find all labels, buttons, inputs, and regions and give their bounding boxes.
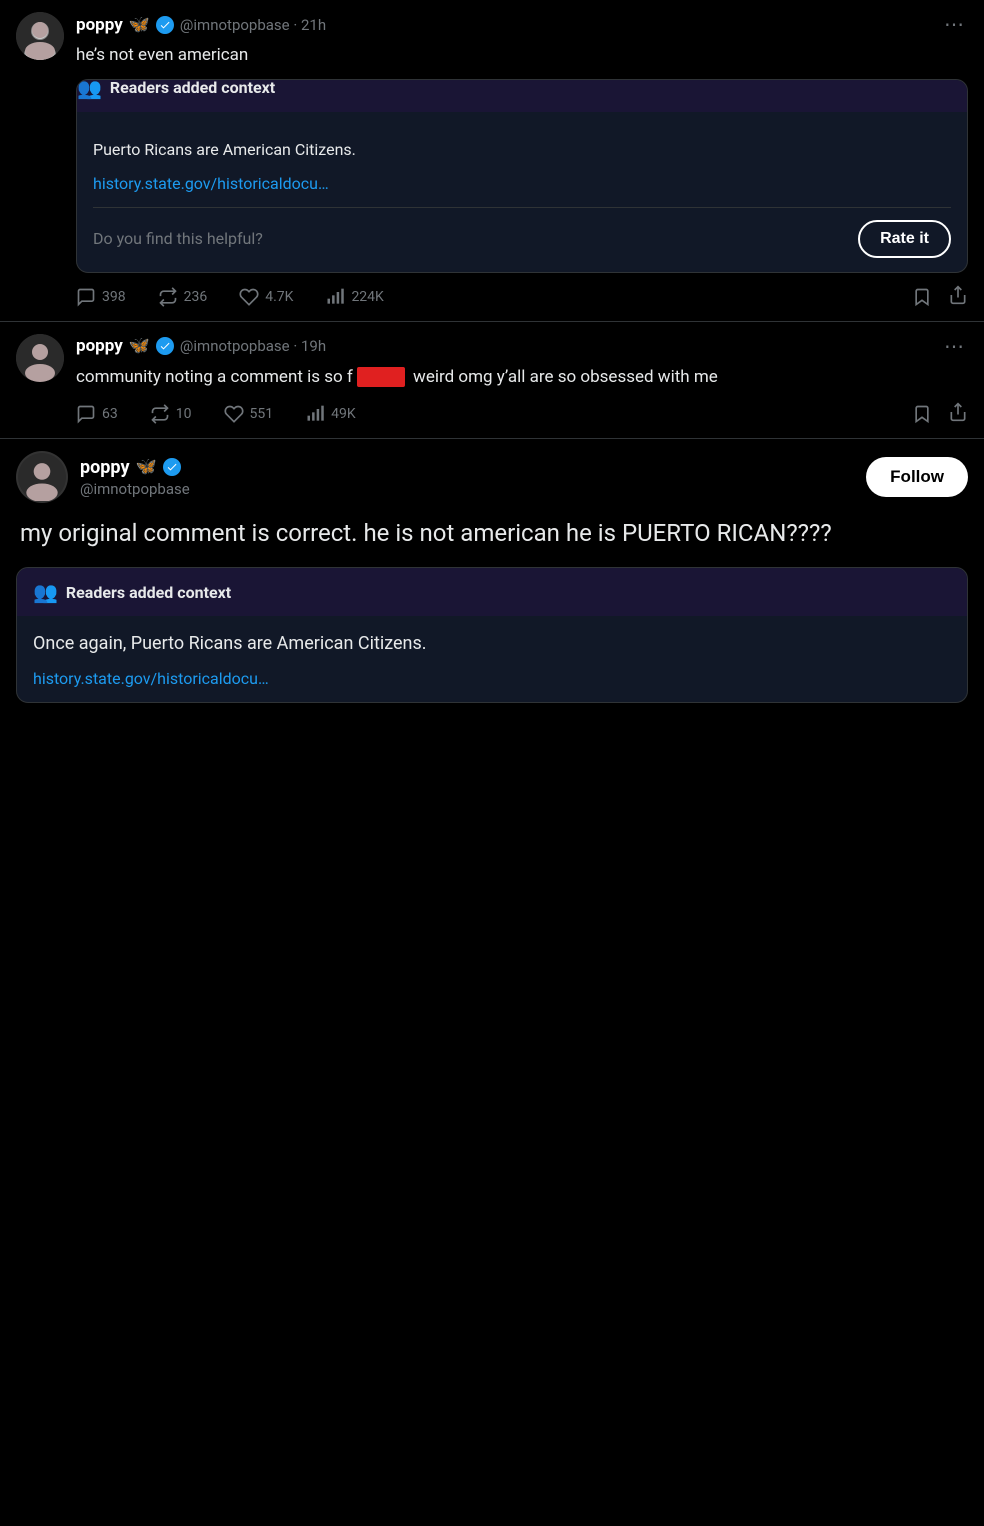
- note-1-title: Readers added context: [110, 79, 275, 98]
- tweet-3-handle: @imnotpopbase: [80, 480, 854, 498]
- tweet-2: poppy 🦋 @imnotpopbase · 19h ⋯ community …: [0, 322, 984, 440]
- tweet-1-meta: poppy 🦋 @imnotpopbase · 21h ⋯: [76, 12, 968, 37]
- tweet-2-header: poppy 🦋 @imnotpopbase · 19h ⋯ community …: [16, 334, 968, 427]
- tweet-3-avatar[interactable]: [16, 451, 68, 503]
- tweet-3-community-note: 👥 Readers added context Once again, Puer…: [16, 567, 968, 703]
- tweet-3-username[interactable]: poppy: [80, 457, 130, 478]
- note-1-link[interactable]: history.state.gov/historicaldocu…: [93, 174, 951, 193]
- tweet-1-verified: [156, 16, 174, 34]
- tweet-2-handle-time: @imnotpopbase · 19h: [180, 337, 326, 355]
- tweet-2-main: poppy 🦋 @imnotpopbase · 19h ⋯ community …: [76, 334, 968, 427]
- note-3-link[interactable]: history.state.gov/historicaldocu…: [33, 669, 269, 688]
- follow-button[interactable]: Follow: [866, 457, 968, 497]
- tweet-1-main: poppy 🦋 @imnotpopbase · 21h ⋯ he’s not e…: [76, 12, 968, 309]
- note-1-footer: Do you find this helpful? Rate it: [93, 207, 951, 258]
- tweet-2-username[interactable]: poppy: [76, 336, 123, 356]
- readers-icon-3: 👥: [33, 580, 58, 604]
- tweet-2-views-action[interactable]: 49K: [305, 404, 356, 424]
- note-1-header-bg: 👥 Readers added context: [76, 79, 968, 112]
- tweet-2-like-action[interactable]: 551: [224, 404, 274, 424]
- tweet-3-text: my original comment is correct. he is no…: [16, 515, 968, 551]
- tweet-2-more-button[interactable]: ⋯: [940, 334, 968, 359]
- note-1-helpful-text: Do you find this helpful?: [93, 229, 263, 248]
- note-1-body: Puerto Ricans are American Citizens.: [93, 138, 951, 162]
- tweet-1-bookmark-action[interactable]: [912, 287, 932, 307]
- note-3-title: Readers added context: [66, 583, 231, 602]
- tweet-1-reply-action[interactable]: 398: [76, 287, 126, 307]
- tweet-2-meta: poppy 🦋 @imnotpopbase · 19h ⋯: [76, 334, 968, 359]
- tweet-1-avatar[interactable]: [16, 12, 64, 60]
- tweet-2-avatar[interactable]: [16, 334, 64, 382]
- tweet-1-retweet-action[interactable]: 236: [158, 287, 208, 307]
- tweet-1-handle-time: @imnotpopbase · 21h: [180, 16, 326, 34]
- tweet-1: poppy 🦋 @imnotpopbase · 21h ⋯ he’s not e…: [0, 0, 984, 322]
- tweet-2-butterfly: 🦋: [129, 336, 150, 356]
- note-3-header-bg: 👥 Readers added context: [17, 568, 967, 616]
- rate-it-button[interactable]: Rate it: [858, 220, 951, 258]
- tweet-2-verified: [156, 337, 174, 355]
- tweet-2-bookmark-action[interactable]: [912, 404, 932, 424]
- tweet-2-share-action[interactable]: [948, 402, 968, 426]
- tweet-1-community-note: 👥 Readers added context Puerto Ricans ar…: [76, 79, 968, 273]
- tweet-3: poppy 🦋 @imnotpopbase Follow my original…: [0, 439, 984, 551]
- tweet-2-actions: 63 10 551 49K: [76, 402, 968, 426]
- tweet-3-butterfly: 🦋: [136, 457, 157, 477]
- tweet-1-username[interactable]: poppy: [76, 15, 123, 35]
- tweet-1-actions: 398 236 4.7K 224K: [76, 285, 968, 309]
- note-1-body-wrapper: Puerto Ricans are American Citizens. his…: [77, 124, 967, 272]
- readers-icon-1: 👥: [77, 79, 102, 100]
- tweet-1-like-action[interactable]: 4.7K: [239, 287, 293, 307]
- tweet-2-retweet-action[interactable]: 10: [150, 404, 192, 424]
- tweet-3-verified: [163, 458, 181, 476]
- tweet-2-reply-action[interactable]: 63: [76, 404, 118, 424]
- note-3-body: Once again, Puerto Ricans are American C…: [33, 630, 951, 657]
- tweet-1-header: poppy 🦋 @imnotpopbase · 21h ⋯ he’s not e…: [16, 12, 968, 309]
- note-3-body-wrapper: Once again, Puerto Ricans are American C…: [17, 616, 967, 702]
- tweet-1-more-button[interactable]: ⋯: [940, 12, 968, 37]
- tweet-1-views-action[interactable]: 224K: [325, 287, 383, 307]
- tweet-3-meta: poppy 🦋: [80, 457, 854, 478]
- redacted-word: [357, 367, 405, 387]
- tweet-1-share-action[interactable]: [948, 285, 968, 309]
- tweet-3-header: poppy 🦋 @imnotpopbase Follow: [16, 451, 968, 503]
- tweet-1-butterfly: 🦋: [129, 15, 150, 35]
- tweet-2-text: community noting a comment is so f weird…: [76, 365, 968, 391]
- tweet-1-text: he’s not even american: [76, 43, 968, 69]
- tweet-3-user-info: poppy 🦋 @imnotpopbase: [80, 457, 854, 498]
